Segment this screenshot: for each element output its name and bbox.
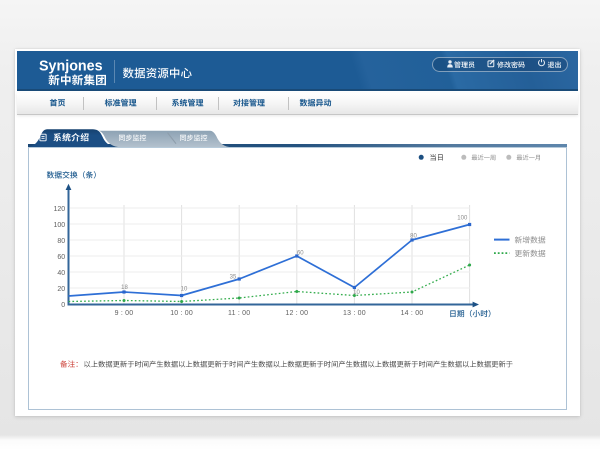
svg-text:0: 0 [61, 302, 65, 309]
svg-text:9 : 00: 9 : 00 [115, 310, 134, 317]
svg-text:11 : 00: 11 : 00 [228, 310, 250, 317]
svg-text:Synjones: Synjones [39, 59, 103, 75]
svg-text:40: 40 [57, 270, 65, 277]
svg-text:80: 80 [57, 238, 65, 245]
svg-text:10 : 00: 10 : 00 [170, 310, 193, 317]
svg-text:60: 60 [297, 251, 304, 257]
svg-text:13 : 00: 13 : 00 [343, 310, 366, 317]
svg-text:12 : 00: 12 : 00 [285, 310, 308, 317]
svg-text:20: 20 [57, 286, 65, 293]
svg-text:80: 80 [410, 233, 417, 239]
svg-text:10: 10 [181, 287, 188, 293]
svg-text:35: 35 [230, 275, 237, 281]
svg-text:100: 100 [457, 215, 468, 221]
svg-text:100: 100 [54, 222, 66, 229]
svg-text:60: 60 [57, 254, 65, 261]
svg-text:14 : 00: 14 : 00 [401, 310, 424, 317]
svg-text:18: 18 [121, 285, 128, 291]
svg-text:10: 10 [353, 290, 360, 296]
svg-text:120: 120 [54, 206, 66, 213]
